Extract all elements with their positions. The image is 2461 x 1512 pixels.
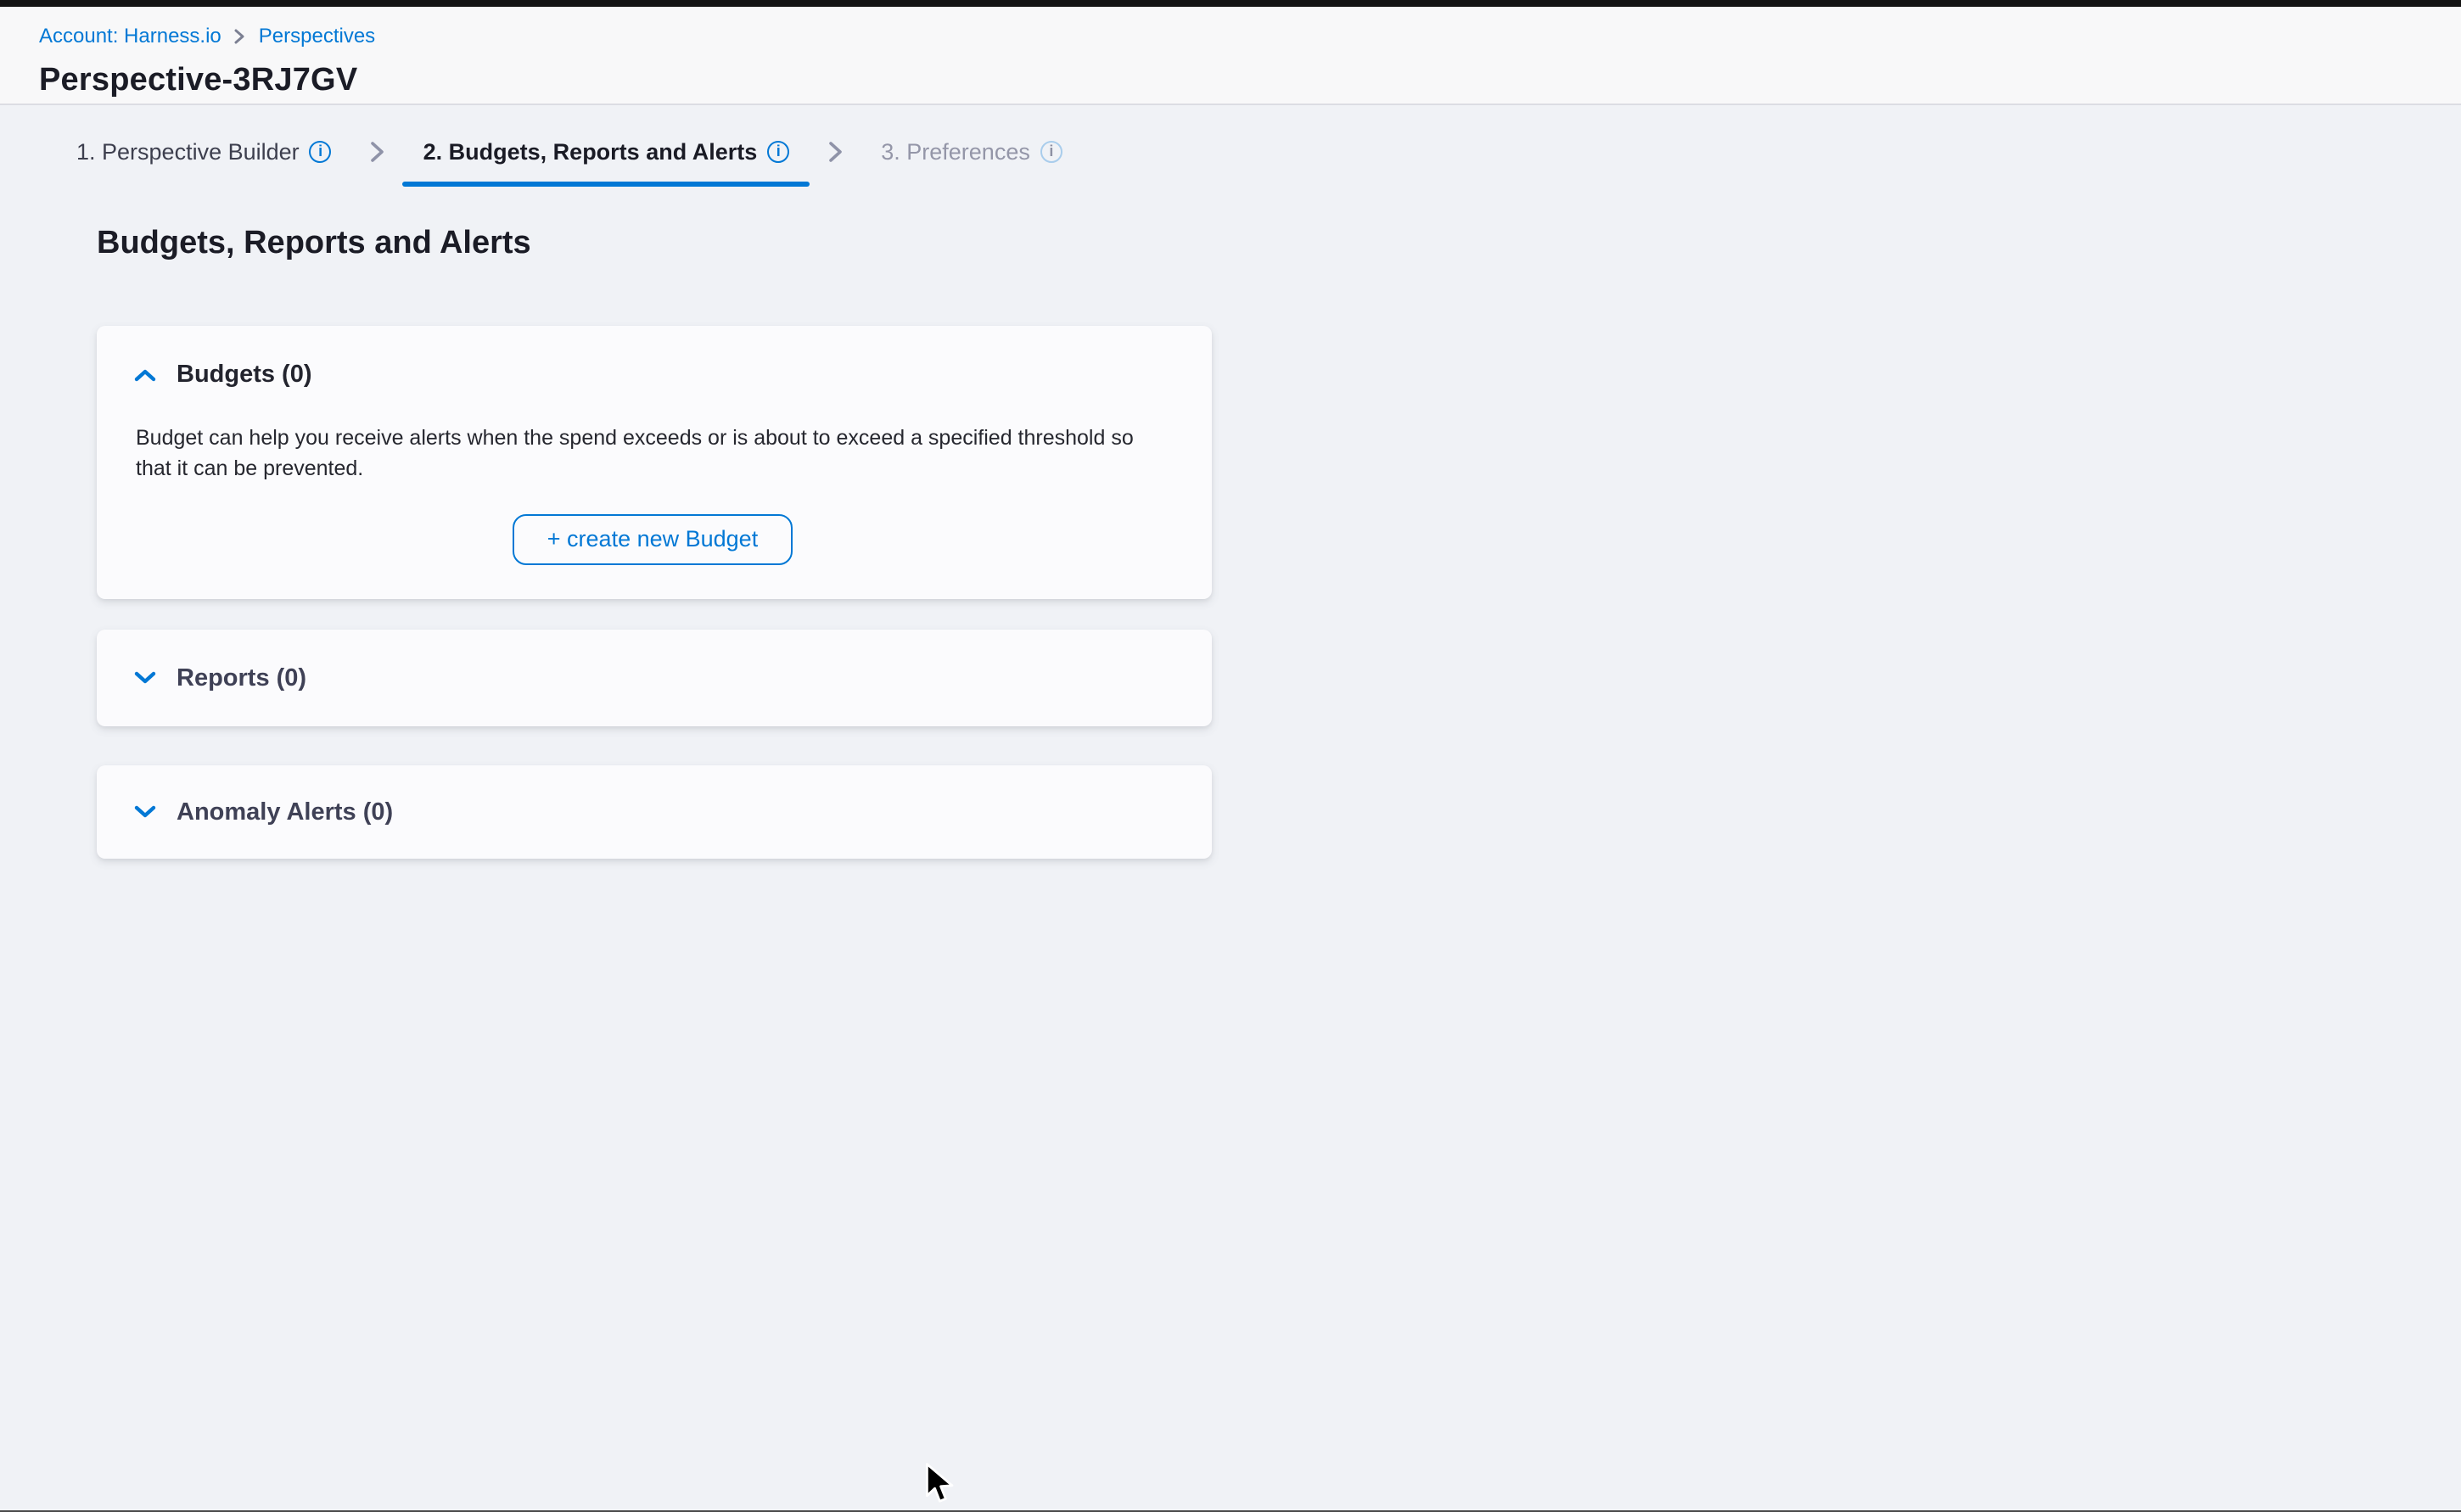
breadcrumb-perspectives-link[interactable]: Perspectives (259, 24, 375, 48)
chevron-right-icon (827, 141, 844, 163)
panels-list: Budgets (0) Budget can help you receive … (97, 326, 1212, 859)
anomaly-alerts-panel-title: Anomaly Alerts (0) (177, 798, 393, 826)
budgets-panel-header[interactable]: Budgets (0) (134, 361, 1171, 389)
section-heading: Budgets, Reports and Alerts (97, 224, 2461, 265)
chevron-down-icon (134, 670, 156, 686)
window-top-edge (0, 0, 2461, 7)
app-window: Account: Harness.io Perspectives Perspec… (0, 0, 2461, 1512)
breadcrumb-account-link[interactable]: Account: Harness.io (39, 24, 221, 48)
budgets-button-row: + create new Budget (134, 514, 1171, 565)
create-new-budget-button[interactable]: + create new Budget (513, 514, 792, 565)
budgets-description-line: Budget can help you receive alerts when … (136, 423, 1171, 453)
tab-preferences[interactable]: 3. Preferences i (861, 134, 1083, 187)
tab-underline (56, 182, 352, 187)
tab-label: 2. Budgets, Reports and Alerts (423, 138, 758, 164)
active-tab-underline (403, 182, 810, 187)
chevron-up-icon (134, 367, 156, 383)
info-icon[interactable]: i (310, 140, 332, 162)
budgets-panel-title: Budgets (0) (177, 361, 312, 389)
page-header: Account: Harness.io Perspectives Perspec… (0, 7, 2461, 105)
wizard-steps: 1. Perspective Builder i 2. Budgets, Rep… (0, 105, 2461, 187)
budgets-panel: Budgets (0) Budget can help you receive … (97, 326, 1212, 599)
tab-label: 3. Preferences (881, 138, 1030, 164)
info-icon[interactable]: i (1040, 140, 1062, 162)
chevron-down-icon (134, 804, 156, 820)
page-title: Perspective-3RJ7GV (39, 63, 2461, 100)
reports-panel-title: Reports (0) (177, 664, 306, 692)
info-icon[interactable]: i (767, 140, 789, 162)
budgets-description: Budget can help you receive alerts when … (136, 423, 1171, 484)
chevron-right-icon (233, 29, 247, 44)
reports-panel: Reports (0) (97, 630, 1212, 726)
budgets-description-line: that it can be prevented. (136, 453, 1171, 484)
tab-budgets-reports-alerts[interactable]: 2. Budgets, Reports and Alerts i (403, 134, 810, 187)
tab-label: 1. Perspective Builder (76, 138, 300, 164)
tab-perspective-builder[interactable]: 1. Perspective Builder i (56, 134, 352, 187)
mouse-cursor (925, 1463, 956, 1512)
anomaly-alerts-panel: Anomaly Alerts (0) (97, 765, 1212, 859)
chevron-right-icon (369, 141, 386, 163)
anomaly-alerts-panel-header[interactable]: Anomaly Alerts (0) (134, 798, 393, 826)
reports-panel-header[interactable]: Reports (0) (134, 664, 306, 692)
breadcrumb: Account: Harness.io Perspectives (39, 24, 2461, 48)
tab-underline (861, 182, 1083, 187)
